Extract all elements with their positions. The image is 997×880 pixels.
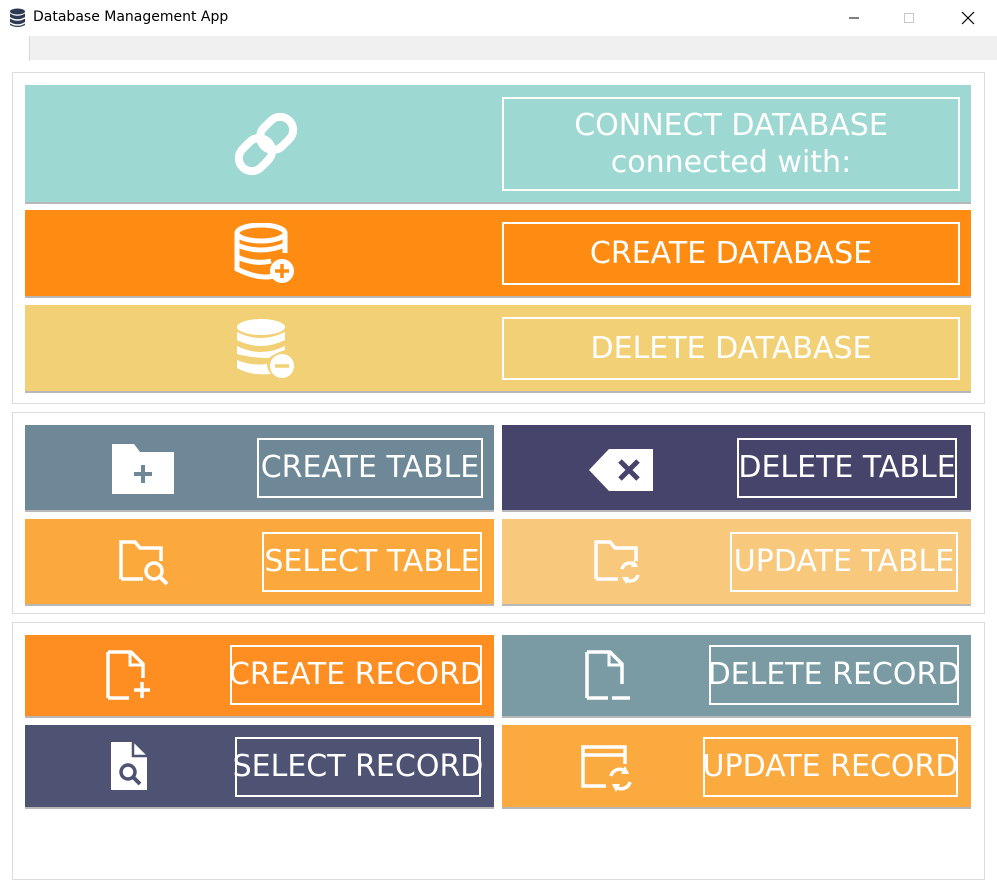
update-table-label: UPDATE TABLE (730, 532, 958, 592)
maximize-icon (904, 13, 914, 23)
create-record-tile[interactable]: CREATE RECORD (25, 635, 494, 716)
database-add-icon (234, 223, 294, 283)
database-remove-icon (237, 319, 294, 378)
folder-add-icon (112, 444, 174, 494)
tab-strip (0, 36, 997, 60)
update-record-label: UPDATE RECORD (703, 737, 958, 797)
link-chain-icon (234, 112, 298, 176)
window-title: Database Management App (33, 9, 229, 25)
title-bar[interactable]: Database Management App (0, 0, 997, 36)
update-table-tile[interactable]: UPDATE TABLE (502, 519, 971, 604)
delete-record-label: DELETE RECORD (708, 645, 960, 705)
connect-database-label: CONNECT DATABASE connected with: (502, 97, 960, 191)
delete-table-tile[interactable]: DELETE TABLE (502, 425, 971, 510)
window-sync-icon (581, 745, 632, 792)
file-remove-icon (585, 650, 630, 700)
connect-database-text: CONNECT DATABASE (574, 107, 888, 143)
create-record-label: CREATE RECORD (229, 645, 483, 705)
minimize-button[interactable] (831, 0, 877, 36)
close-icon (961, 11, 975, 25)
select-table-label: SELECT TABLE (262, 532, 482, 592)
minimize-icon (849, 17, 859, 19)
maximize-button[interactable] (886, 0, 932, 36)
backspace-delete-icon (589, 449, 653, 491)
file-add-icon (106, 650, 150, 700)
folder-search-icon (119, 540, 169, 585)
connect-database-tile[interactable]: CONNECT DATABASE connected with: (25, 85, 971, 202)
create-table-label: CREATE TABLE (257, 438, 483, 498)
main-content: CONNECT DATABASE connected with: CREATE … (0, 61, 997, 880)
delete-record-tile[interactable]: DELETE RECORD (502, 635, 971, 716)
create-table-tile[interactable]: CREATE TABLE (25, 425, 494, 510)
folder-sync-icon (594, 540, 640, 584)
delete-database-tile[interactable]: DELETE DATABASE (25, 305, 971, 391)
delete-database-label: DELETE DATABASE (502, 317, 960, 380)
select-table-tile[interactable]: SELECT TABLE (25, 519, 494, 604)
select-record-label: SELECT RECORD (233, 737, 483, 797)
tab-main[interactable] (0, 36, 30, 62)
create-database-tile[interactable]: CREATE DATABASE (25, 210, 971, 296)
close-button[interactable] (945, 0, 991, 36)
database-stack-icon (10, 8, 25, 27)
file-search-icon (111, 742, 147, 790)
connected-with-text: connected with: (610, 145, 852, 180)
update-record-tile[interactable]: UPDATE RECORD (502, 725, 971, 807)
create-database-label: CREATE DATABASE (502, 222, 960, 285)
delete-table-label: DELETE TABLE (737, 438, 957, 498)
select-record-tile[interactable]: SELECT RECORD (25, 725, 494, 807)
